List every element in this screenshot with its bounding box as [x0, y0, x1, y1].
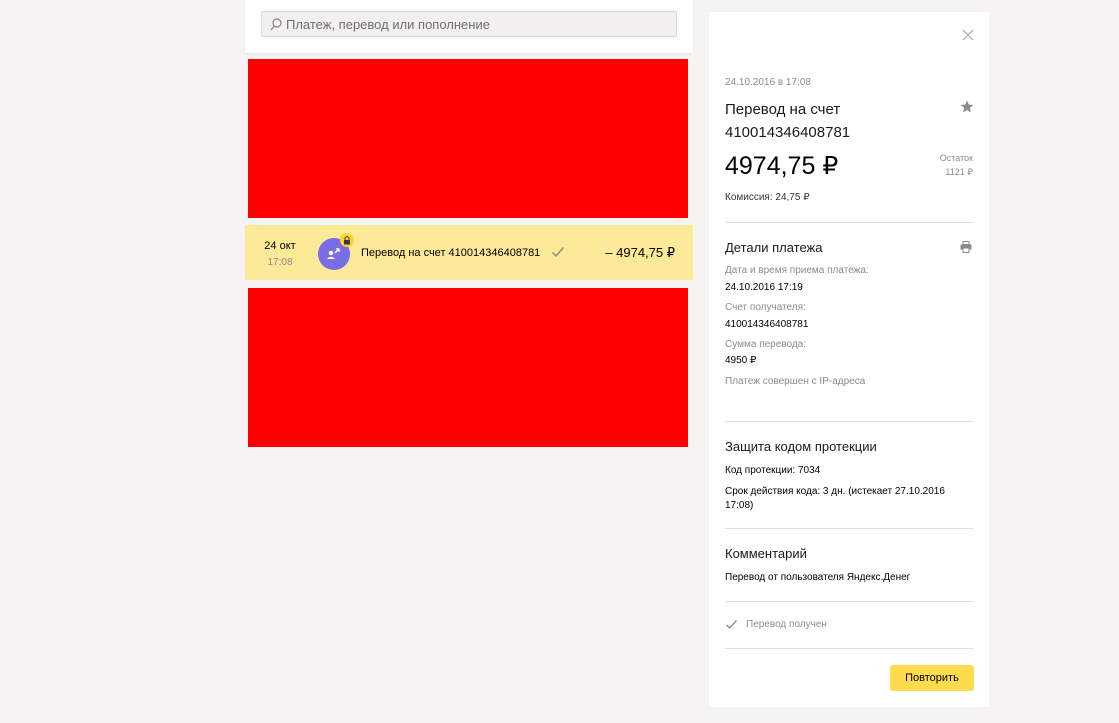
commission: Комиссия: 24,75 ₽ — [725, 192, 810, 203]
redacted-block-bottom — [248, 288, 688, 447]
operations-column: 24 окт 17:08 Перевод на счет 41001434640… — [245, 0, 693, 447]
balance-value: 1121 ₽ — [945, 167, 973, 177]
search-icon — [270, 17, 282, 30]
field-value: 410014346408781 — [725, 319, 809, 330]
field-value: 4950 ₽ — [725, 355, 757, 366]
lock-icon — [340, 233, 354, 247]
status-text: Перевод получен — [746, 619, 827, 630]
ip-note: Платеж совершен с IP-адреса — [725, 376, 866, 387]
search-bar — [245, 0, 693, 53]
divider — [725, 601, 973, 602]
balance-label: Остаток — [939, 153, 973, 163]
operation-day: 24 окт — [264, 240, 296, 252]
divider — [725, 421, 973, 422]
redacted-block-top — [248, 59, 688, 218]
check-icon — [551, 245, 565, 263]
protection-validity: Срок действия кода: 3 дн. (истекает 27.1… — [725, 486, 945, 511]
divider — [725, 648, 973, 649]
protection-code: Код протекции: 7034 — [725, 465, 821, 476]
field-label: Дата и время приема платежа: — [725, 265, 869, 276]
payment-details-title: Детали платежа — [725, 240, 823, 255]
operation-row[interactable]: 24 окт 17:08 Перевод на счет 41001434640… — [245, 225, 693, 280]
field-value: 24.10.2016 17:19 — [725, 282, 803, 293]
operation-detail-panel: 24.10.2016 в 17:08 Перевод на счет 41001… — [709, 12, 989, 707]
comment-text: Перевод от пользователя Яндекс.Денег — [725, 572, 911, 583]
divider — [725, 222, 973, 223]
close-icon[interactable] — [961, 28, 975, 42]
field-label: Счет получателя: — [725, 302, 806, 313]
comment-title: Комментарий — [725, 546, 807, 561]
status-line: Перевод получен — [725, 619, 827, 630]
detail-datetime: 24.10.2016 в 17:08 — [725, 77, 811, 88]
divider — [725, 528, 973, 529]
field-label: Сумма перевода: — [725, 339, 807, 350]
operation-title: Перевод на счет 410014346408781 — [361, 247, 541, 259]
detail-title: Перевод на счет 410014346408781 — [725, 101, 851, 141]
check-icon — [726, 620, 737, 629]
star-icon[interactable] — [960, 100, 974, 118]
operation-time: 17:08 — [267, 257, 293, 268]
detail-amount: 4974,75 ₽ — [725, 152, 839, 180]
protection-title: Защита кодом протекции — [725, 439, 877, 454]
operation-date: 24 окт 17:08 — [260, 240, 300, 268]
repeat-button[interactable]: Повторить — [890, 665, 974, 691]
operation-amount: – 4974,75 ₽ — [605, 245, 675, 260]
print-icon[interactable] — [960, 240, 972, 258]
search-field[interactable] — [261, 11, 677, 37]
search-input[interactable] — [286, 16, 666, 32]
